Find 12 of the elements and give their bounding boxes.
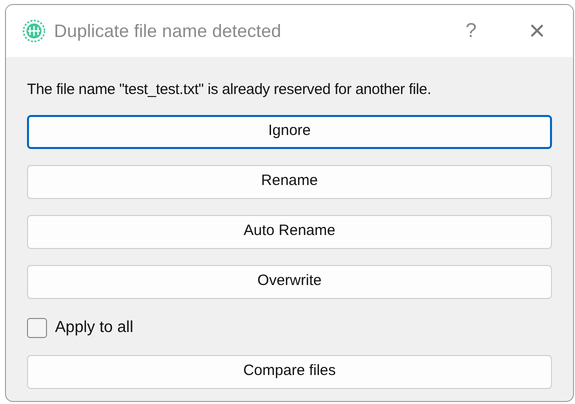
close-button[interactable]: ×	[517, 17, 557, 45]
message-text: The file name "test_test.txt" is already reserved for another file.	[27, 80, 432, 100]
action-button[interactable]: Ignore	[27, 114, 552, 148]
action-button[interactable]: Rename	[27, 164, 552, 198]
app-logo-icon	[22, 19, 46, 43]
apply-to-all-checkbox[interactable]	[27, 318, 47, 338]
action-button[interactable]: Auto Rename	[27, 214, 552, 248]
compare-files-button[interactable]: Compare files	[27, 354, 552, 388]
help-button[interactable]: ?	[451, 16, 491, 46]
apply-to-all-label: Apply to all	[55, 318, 134, 338]
action-button[interactable]: Overwrite	[27, 264, 552, 298]
window-title: Duplicate file name detected	[54, 20, 282, 43]
